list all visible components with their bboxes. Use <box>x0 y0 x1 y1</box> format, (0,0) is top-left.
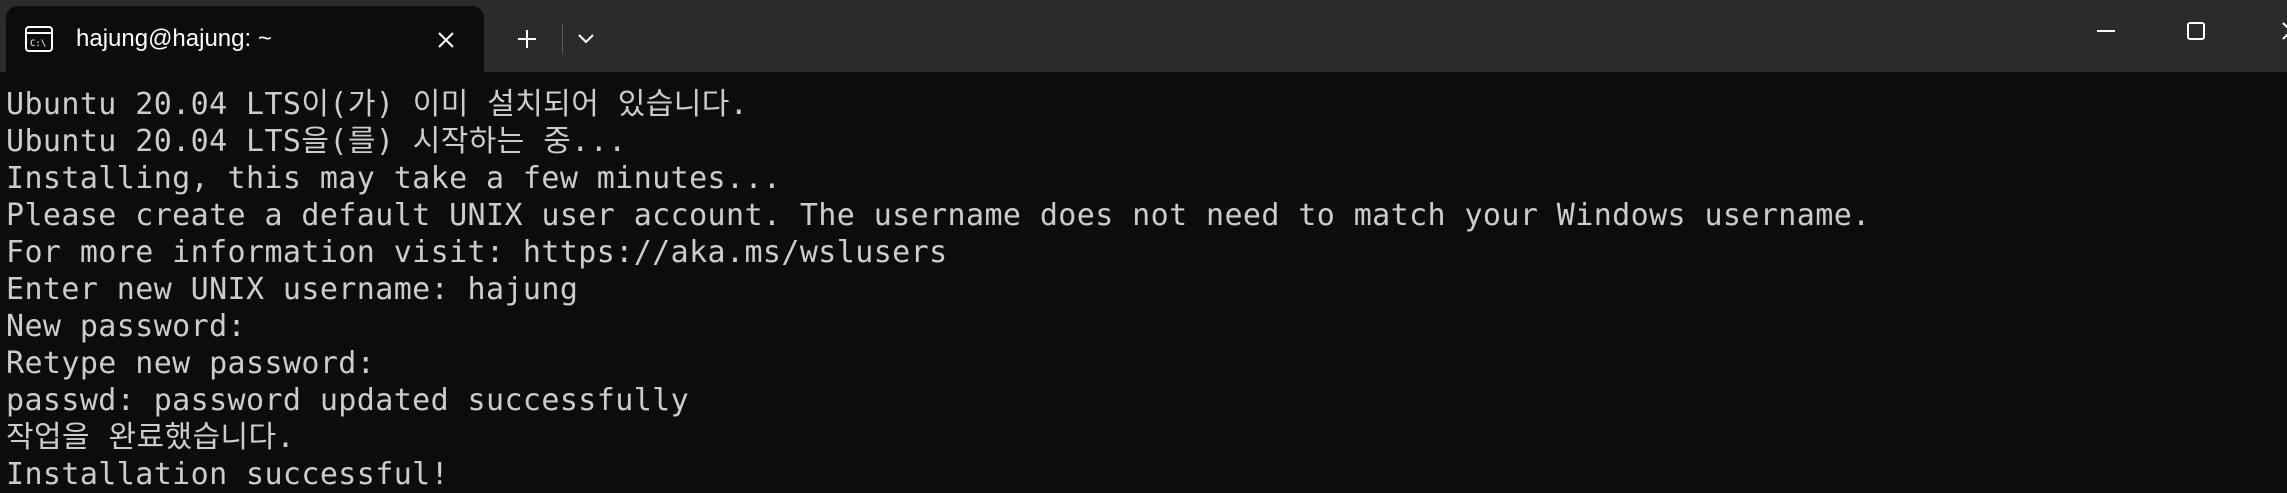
terminal-line: Enter new UNIX username: hajung <box>6 272 579 307</box>
terminal-line: passwd: password updated successfully <box>6 383 690 418</box>
tab-title: hajung@hajung: ~ <box>76 25 272 52</box>
terminal-line: Ubuntu 20.04 LTS이(가) 이미 설치되어 있습니다. <box>6 87 749 122</box>
terminal-output[interactable]: Ubuntu 20.04 LTS이(가) 이미 설치되어 있습니다. Ubunt… <box>6 86 2276 493</box>
close-tab-button[interactable] <box>426 22 466 58</box>
tab-dropdown-button[interactable] <box>566 18 606 60</box>
terminal-line: Ubuntu 20.04 LTS을(를) 시작하는 중... <box>6 124 627 159</box>
terminal-line: Installing, this may take a few minutes.… <box>6 161 782 196</box>
terminal-line: New password: <box>6 309 246 344</box>
terminal-line: 작업을 완료했습니다. <box>6 420 295 455</box>
svg-text:C:\: C:\ <box>30 39 46 49</box>
terminal-line: Please create a default UNIX user accoun… <box>6 198 1871 233</box>
terminal-line: Installation successful! <box>6 457 450 492</box>
close-window-button[interactable] <box>2241 0 2287 62</box>
chevron-down-icon <box>578 34 594 44</box>
terminal-window: C:\ hajung@hajung: ~ Ubuntu 20.04 LTS이(가… <box>0 0 2287 493</box>
terminal-line: For more information visit: https://aka.… <box>6 235 948 270</box>
minimize-icon <box>2097 30 2115 32</box>
maximize-button[interactable] <box>2151 0 2241 62</box>
tab-terminal[interactable]: C:\ hajung@hajung: ~ <box>6 6 484 72</box>
maximize-icon <box>2187 22 2205 40</box>
new-tab-button[interactable] <box>504 18 550 60</box>
plus-icon <box>518 30 536 48</box>
terminal-icon: C:\ <box>24 24 54 54</box>
tab-divider <box>562 24 563 54</box>
close-icon <box>438 32 454 48</box>
minimize-button[interactable] <box>2061 0 2151 62</box>
title-bar[interactable]: C:\ hajung@hajung: ~ <box>0 0 2287 72</box>
terminal-line: Retype new password: <box>6 346 376 381</box>
close-window-icon <box>2282 22 2287 40</box>
